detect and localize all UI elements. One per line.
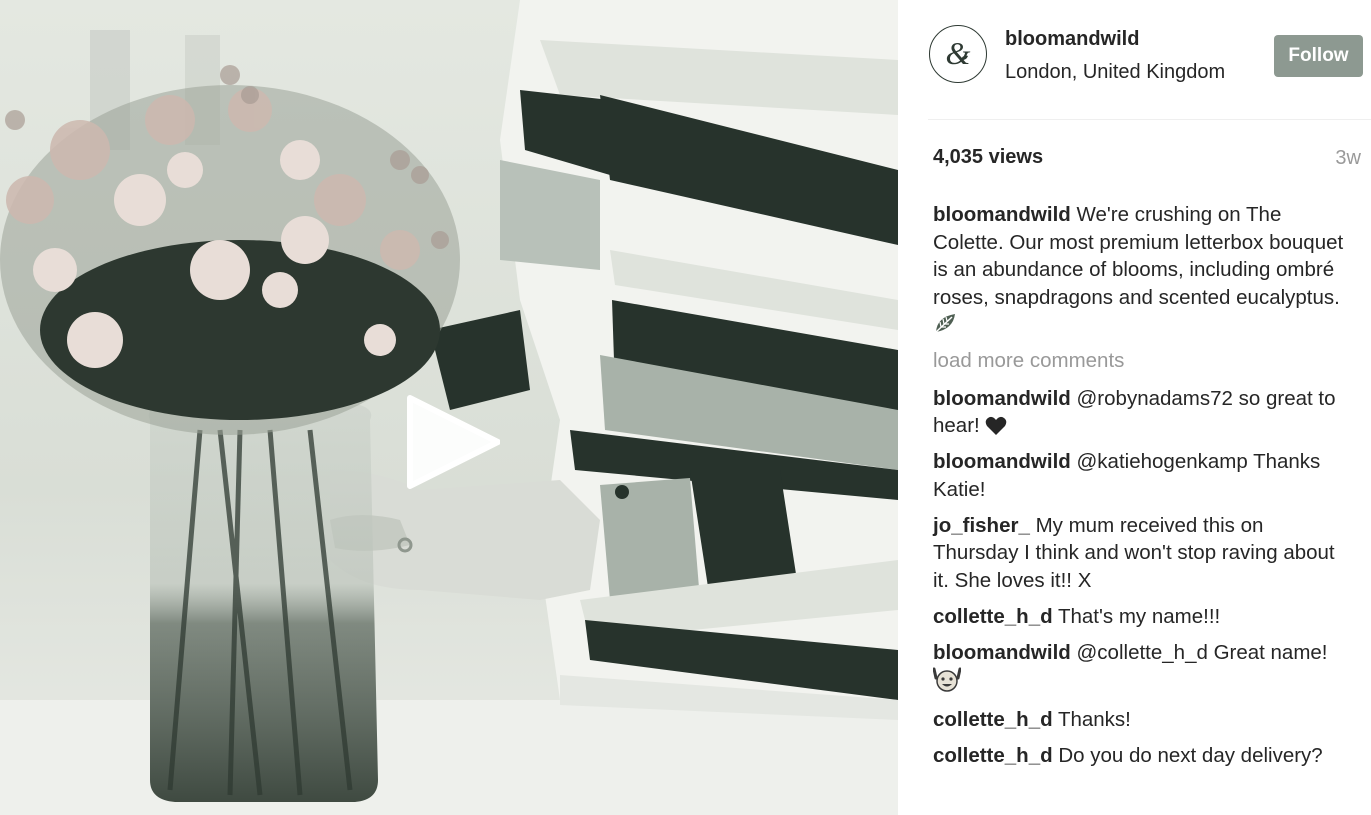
view-count: 4,035 views [933,146,1044,168]
comment-item: bloomandwild @robynadams72 so great to h… [933,385,1353,440]
play-icon[interactable] [404,394,500,490]
comment-item: jo_fisher_ My mum received this on Thurs… [933,512,1353,595]
comment-username[interactable]: bloomandwild [933,641,1071,664]
comment-item: collette_h_d Do you do next day delivery… [933,742,1353,770]
avatar[interactable]: & [929,25,987,83]
comment-item: bloomandwild @katiehogenkamp Thanks Kati… [933,448,1353,503]
comment-text: @collette_h_d Great name! [1076,640,1328,664]
comment-text: Do you do next day delivery? [1058,744,1323,767]
post-media[interactable] [0,0,898,815]
comments-list: bloomandwild We're crushing on The Colet… [933,201,1353,778]
post-header: & bloomandwild London, United Kingdom Fo… [898,0,1371,120]
cheering-face-icon [933,667,961,692]
caption: bloomandwild We're crushing on The Colet… [933,201,1353,339]
comment-username[interactable]: collette_h_d [933,744,1053,767]
comment-text: That's my name!!! [1057,604,1221,628]
comment-item: collette_h_d Thanks! [933,706,1353,734]
comment-text: Thanks! [1057,708,1131,731]
post-side-panel: & bloomandwild London, United Kingdom Fo… [898,0,1371,815]
caption-username[interactable]: bloomandwild [933,203,1071,226]
comment-item: collette_h_d That's my name!!! [933,603,1353,631]
svg-text:&: & [946,35,971,71]
ampersand-logo-icon: & [946,35,971,71]
header-location[interactable]: London, United Kingdom [1005,61,1225,84]
comment-item: bloomandwild @collette_h_d Great name! [933,639,1353,698]
comment-username[interactable]: collette_h_d [933,708,1053,731]
heart-icon [986,416,1007,435]
post-time[interactable]: 3w [1335,147,1361,170]
follow-button[interactable]: Follow [1274,35,1363,77]
header-username[interactable]: bloomandwild [1005,28,1139,51]
header-divider [928,119,1371,120]
comments-fade [898,801,1371,815]
comment-username[interactable]: bloomandwild [933,450,1071,473]
comment-username[interactable]: bloomandwild [933,387,1071,410]
load-more-comments-link[interactable]: load more comments [933,347,1353,375]
leaf-icon [935,314,955,333]
comment-username[interactable]: collette_h_d [933,605,1053,628]
comment-username[interactable]: jo_fisher_ [933,514,1030,537]
